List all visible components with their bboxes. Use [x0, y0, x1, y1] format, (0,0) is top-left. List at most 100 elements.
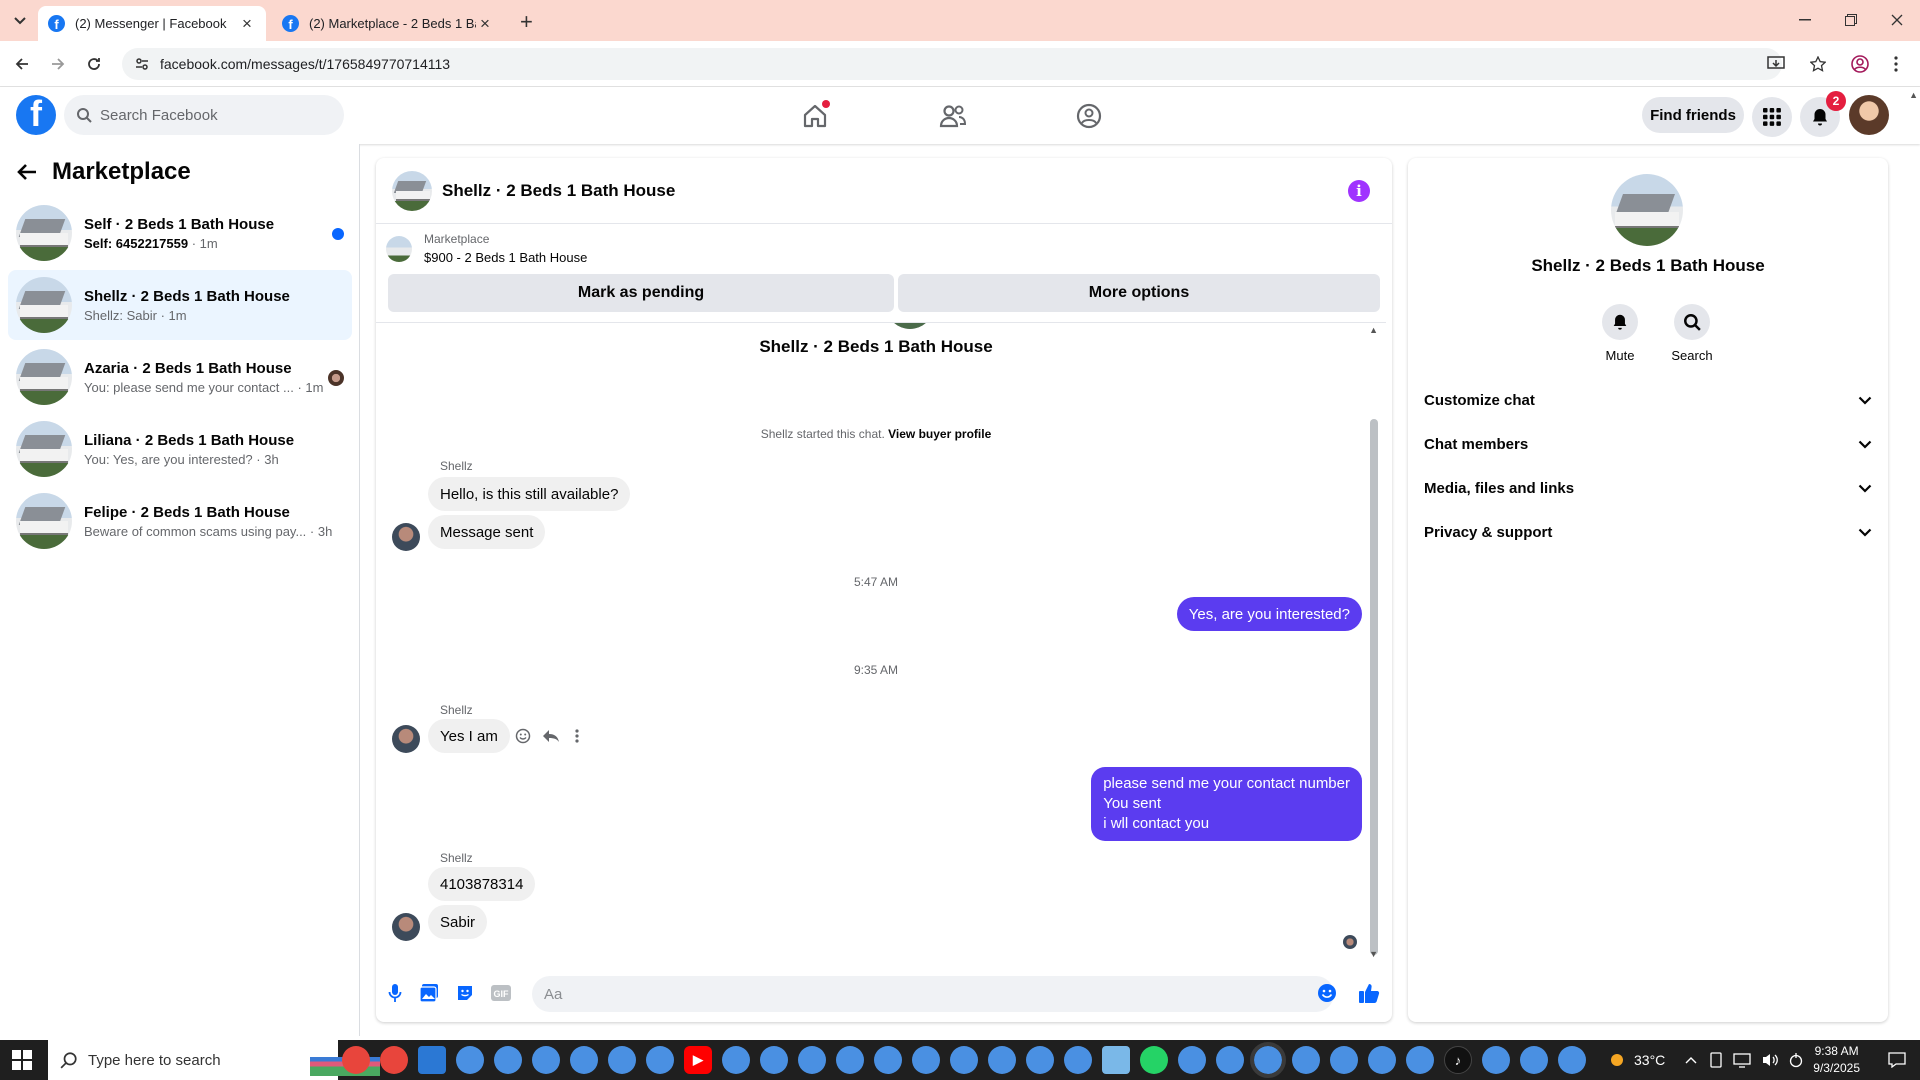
- media-files-links-section[interactable]: Media, files and links: [1424, 466, 1872, 510]
- listing-info[interactable]: Marketplace $900 - 2 Beds 1 Bath House: [386, 232, 587, 265]
- chrome-app-icon[interactable]: [342, 1046, 370, 1074]
- chrome-app-icon-active[interactable]: [1250, 1042, 1286, 1078]
- reload-button[interactable]: [82, 52, 106, 76]
- more-options-button[interactable]: More options: [898, 274, 1380, 312]
- find-friends-button[interactable]: Find friends: [1642, 97, 1744, 133]
- outgoing-message[interactable]: please send me your contact number You s…: [1091, 767, 1362, 841]
- close-tab-icon[interactable]: ×: [238, 14, 256, 33]
- chrome-app-icon[interactable]: [760, 1046, 788, 1074]
- emoji-button[interactable]: [1316, 982, 1338, 1004]
- forward-button[interactable]: [46, 52, 70, 76]
- chrome-app-icon[interactable]: [570, 1046, 598, 1074]
- friends-nav-button[interactable]: [936, 99, 970, 133]
- conversation-item[interactable]: Self · 2 Beds 1 Bath House Self: 6452217…: [8, 198, 352, 268]
- conversation-item-selected[interactable]: Shellz · 2 Beds 1 Bath House Shellz: Sab…: [8, 270, 352, 340]
- notifications-button[interactable]: 2: [1800, 91, 1846, 137]
- chrome-app-icon[interactable]: [456, 1046, 484, 1074]
- chrome-app-icon[interactable]: [532, 1046, 560, 1074]
- chrome-app-icon[interactable]: [1558, 1046, 1586, 1074]
- address-bar[interactable]: facebook.com/messages/t/1765849770714113: [122, 48, 1826, 80]
- facebook-search-input[interactable]: Search Facebook: [64, 95, 344, 135]
- chrome-app-icon[interactable]: [646, 1046, 674, 1074]
- facebook-logo[interactable]: f: [16, 95, 56, 135]
- show-hidden-icons[interactable]: [1685, 1056, 1697, 1064]
- info-icon[interactable]: i: [1348, 180, 1370, 202]
- taskbar-search-box[interactable]: Type here to search: [48, 1040, 380, 1080]
- scroll-down-arrow[interactable]: ▼: [1369, 949, 1378, 959]
- chrome-app-icon[interactable]: [1330, 1046, 1358, 1074]
- bookmark-star-icon[interactable]: [1810, 56, 1826, 72]
- react-emoji-icon[interactable]: [512, 725, 534, 747]
- notification-center-icon[interactable]: [1888, 1052, 1906, 1068]
- incoming-message[interactable]: Yes I am: [428, 719, 510, 753]
- install-app-icon[interactable]: [1767, 56, 1785, 72]
- chrome-app-icon[interactable]: [1482, 1046, 1510, 1074]
- chrome-app-icon[interactable]: [1406, 1046, 1434, 1074]
- clock[interactable]: 9:38 AM 9/3/2025: [1813, 1043, 1860, 1077]
- voice-clip-button[interactable]: [384, 982, 406, 1004]
- contact-avatar-large[interactable]: [1611, 174, 1683, 246]
- new-tab-button[interactable]: +: [520, 9, 533, 35]
- battery-icon[interactable]: [1789, 1052, 1803, 1068]
- chrome-app-icon[interactable]: [798, 1046, 826, 1074]
- incoming-message[interactable]: Sabir: [428, 905, 488, 939]
- close-window-button[interactable]: [1874, 4, 1920, 36]
- browser-tab-messenger[interactable]: f (2) Messenger | Facebook ×: [38, 6, 266, 41]
- chrome-app-icon[interactable]: [608, 1046, 636, 1074]
- chat-members-section[interactable]: Chat members: [1424, 422, 1872, 466]
- volume-icon[interactable]: [1761, 1052, 1779, 1068]
- whatsapp-app-icon[interactable]: [1140, 1046, 1168, 1074]
- chat-avatar[interactable]: [392, 170, 432, 211]
- home-nav-button[interactable]: [798, 99, 832, 133]
- browser-menu-icon[interactable]: [1884, 52, 1908, 76]
- chrome-app-icon[interactable]: [1064, 1046, 1092, 1074]
- more-actions-icon[interactable]: [566, 725, 588, 747]
- chrome-app-icon[interactable]: [950, 1046, 978, 1074]
- tab-search-dropdown[interactable]: [8, 10, 32, 32]
- minimize-button[interactable]: [1782, 4, 1828, 36]
- close-tab-icon[interactable]: ×: [476, 14, 494, 33]
- device-icon[interactable]: [1709, 1052, 1723, 1068]
- chrome-app-icon[interactable]: [912, 1046, 940, 1074]
- profile-icon[interactable]: [1848, 52, 1872, 76]
- chrome-app-icon[interactable]: [836, 1046, 864, 1074]
- sticker-button[interactable]: [454, 982, 476, 1004]
- view-buyer-profile-link[interactable]: View buyer profile: [888, 427, 991, 441]
- network-icon[interactable]: [1733, 1052, 1751, 1068]
- chrome-app-icon[interactable]: [1178, 1046, 1206, 1074]
- incoming-message[interactable]: Hello, is this still available?: [428, 477, 631, 511]
- sender-avatar[interactable]: [392, 523, 420, 551]
- browser-tab-marketplace[interactable]: f (2) Marketplace - 2 Beds 1 Bath ×: [272, 6, 504, 41]
- chrome-app-icon[interactable]: [988, 1046, 1016, 1074]
- conversation-item[interactable]: Felipe · 2 Beds 1 Bath House Beware of c…: [8, 486, 352, 556]
- incoming-message[interactable]: 4103878314: [428, 867, 536, 901]
- page-scroll-up-arrow[interactable]: ▲: [1909, 90, 1918, 100]
- scroll-up-arrow[interactable]: ▲: [1369, 325, 1378, 335]
- message-input[interactable]: Aa: [532, 976, 1334, 1012]
- restore-button[interactable]: [1828, 4, 1874, 36]
- chrome-app-icon[interactable]: [1216, 1046, 1244, 1074]
- youtube-app-icon[interactable]: ▶: [684, 1046, 712, 1074]
- sender-avatar[interactable]: [392, 725, 420, 753]
- store-app-icon[interactable]: [418, 1046, 446, 1074]
- incoming-message[interactable]: Message sent: [428, 515, 546, 549]
- conversation-item[interactable]: Azaria · 2 Beds 1 Bath House You: please…: [8, 342, 352, 412]
- chrome-app-icon[interactable]: [874, 1046, 902, 1074]
- chrome-app-icon[interactable]: [722, 1046, 750, 1074]
- groups-nav-button[interactable]: [1072, 99, 1106, 133]
- menu-button[interactable]: [1752, 97, 1792, 137]
- chat-title[interactable]: Shellz · 2 Beds 1 Bath House: [442, 181, 675, 201]
- attach-photo-button[interactable]: [418, 982, 440, 1004]
- temperature[interactable]: 33°C: [1634, 1052, 1665, 1068]
- weather-icon[interactable]: [1606, 1049, 1628, 1071]
- chrome-app-icon[interactable]: [1368, 1046, 1396, 1074]
- notes-app-icon[interactable]: [1102, 1046, 1130, 1074]
- outgoing-message[interactable]: Yes, are you interested?: [1176, 597, 1362, 631]
- thread-scrollbar[interactable]: [1370, 419, 1378, 955]
- reply-icon[interactable]: [540, 725, 562, 747]
- back-button[interactable]: [10, 52, 34, 76]
- back-arrow-icon[interactable]: [16, 162, 38, 182]
- mute-button[interactable]: Mute: [1590, 304, 1650, 363]
- send-like-button[interactable]: [1358, 982, 1380, 1004]
- site-info-icon[interactable]: [134, 56, 150, 72]
